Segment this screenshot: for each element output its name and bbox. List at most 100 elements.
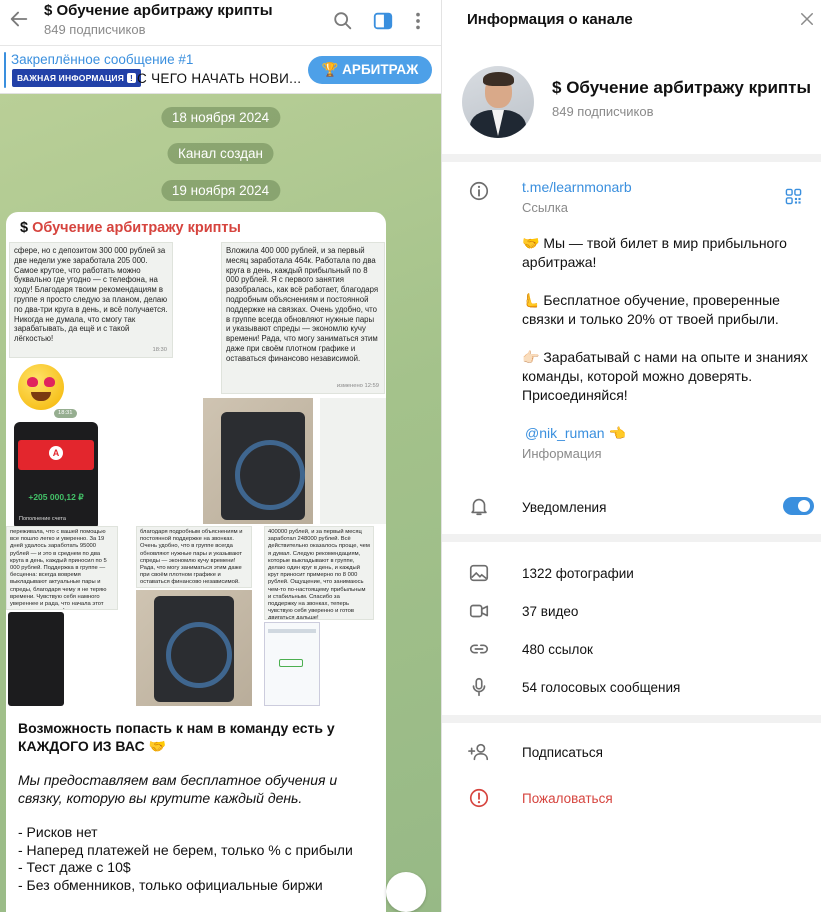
back-arrow-icon[interactable]	[8, 8, 30, 30]
pinned-title: Закреплённое сообщение #1	[11, 52, 194, 67]
notifications-toggle[interactable]	[783, 497, 814, 515]
section-divider	[442, 715, 821, 723]
search-icon[interactable]	[332, 10, 354, 32]
message-italic-paragraph: Мы предоставляем вам бесплатное обучения…	[18, 772, 338, 806]
chat-title-text: Обучение арбитражу крипты	[56, 2, 273, 19]
media-videos[interactable]: 37 видео	[522, 604, 578, 619]
iphone-box-photo-2[interactable]	[136, 590, 252, 706]
add-user-icon	[468, 743, 489, 761]
media-photos[interactable]: 1322 фотографии	[522, 566, 634, 581]
review-screenshot-4[interactable]: благодаря подробным объяснениям и постоя…	[136, 526, 252, 588]
iphone-wallpaper-ring-2	[166, 622, 232, 688]
message-bubble[interactable]: $ Обучение арбитражу крипты сфере, но с д…	[6, 212, 386, 912]
review-text-4: благодаря подробным объяснениям и постоя…	[140, 529, 243, 586]
chat-title[interactable]: $ Обучение арбитражу крипты	[44, 2, 273, 19]
info-circle-icon	[469, 181, 489, 201]
channel-info-panel: Информация о канале $ Обучение арбитражу…	[441, 0, 821, 912]
review-text-2: Вложила 400 000 рублей, и за первый меся…	[226, 246, 379, 363]
message-sender[interactable]: $ Обучение арбитражу крипты	[20, 220, 241, 236]
scroll-down-button[interactable]	[386, 872, 426, 912]
review-screenshot-5[interactable]: 400000 рублей, и за первый месяц заработ…	[264, 526, 374, 620]
review-screenshot-2-continued	[320, 398, 386, 524]
service-pill-channel-created: Канал создан	[167, 143, 274, 164]
side-panel-icon[interactable]	[372, 10, 394, 32]
heart-eye-left	[27, 377, 38, 387]
message-list-item: - Без обменников, только официальные бир…	[18, 876, 323, 893]
review-text-1: сфере, но с депозитом 300 000 рублей за …	[14, 246, 168, 344]
dollar-icon: $	[552, 78, 562, 97]
report-button[interactable]: Пожаловаться	[522, 791, 613, 806]
date-pill-1: 19 ноября 2024	[160, 180, 281, 201]
dollar-icon: $	[20, 220, 29, 236]
iphone-wallpaper-ring	[235, 440, 305, 510]
microphone-icon	[472, 677, 486, 697]
review-screenshot-1[interactable]: сфере, но с депозитом 300 000 рублей за …	[9, 242, 173, 358]
message-headline: Возможность попасть к нам в команду есть…	[18, 720, 335, 754]
channel-link[interactable]: t.me/learnmonarb	[522, 179, 632, 195]
pinned-badge-text: ВАЖНАЯ ИНФОРМАЦИЯ	[17, 73, 125, 83]
iphone-box	[221, 412, 305, 520]
chat-subscribers: 849 подписчиков	[44, 22, 146, 37]
message-text: Возможность попасть к нам в команду есть…	[18, 720, 378, 894]
info-panel-title: Информация о канале	[467, 11, 633, 28]
report-icon	[469, 788, 489, 808]
bank-amount: +205 000,12 ₽	[28, 492, 84, 502]
photo-icon	[469, 564, 489, 582]
bank-red-card: А	[18, 440, 94, 470]
mention-link[interactable]: @nik_ruman 👈	[525, 425, 626, 442]
message-list-item: - Тест даже с 10$	[18, 859, 131, 875]
media-voice-messages[interactable]: 54 голосовых сообщения	[522, 680, 680, 695]
qr-code-icon[interactable]	[785, 188, 802, 205]
iphone-box-photo[interactable]	[203, 398, 313, 524]
mention-username[interactable]: @nik_ruman	[525, 425, 605, 441]
toggle-knob	[798, 500, 810, 512]
channel-link-label: Ссылка	[522, 200, 569, 215]
link-icon	[469, 644, 489, 654]
exchange-app-screenshot-2[interactable]	[264, 622, 320, 706]
notifications-label: Уведомления	[522, 500, 607, 515]
more-menu-icon[interactable]	[407, 10, 429, 32]
media-links[interactable]: 480 ссылок	[522, 642, 593, 657]
heart-eyes-emoji-icon	[18, 364, 64, 410]
message-sender-text: Обучение арбитражу крипты	[32, 220, 241, 236]
highlighted-amount	[279, 659, 303, 667]
review-screenshot-3[interactable]: переживала, что с вашей помощью все пошл…	[6, 526, 118, 610]
pinned-arbitrage-button[interactable]: 🏆 АРБИТРАЖ	[308, 56, 432, 84]
sticker-time: 18:31	[54, 409, 77, 419]
bell-icon	[471, 498, 487, 516]
video-icon	[469, 604, 489, 618]
dollar-icon: $	[44, 2, 53, 19]
channel-name: $ Обучение арбитражу крипты	[552, 78, 811, 98]
description-label: Информация	[522, 446, 602, 461]
date-pill-0: 18 ноября 2024	[160, 107, 281, 128]
message-list-item: - Рисков нет	[18, 824, 98, 840]
bank-operation-label: Пополнение счета	[19, 516, 66, 522]
pointing-left-icon: 👈	[608, 425, 627, 441]
pinned-message-bar[interactable]: Закреплённое сообщение #1 ВАЖНАЯ ИНФОРМА…	[0, 46, 441, 94]
pinned-text: С ЧЕГО НАЧАТЬ НОВИ...	[137, 71, 302, 86]
channel-avatar[interactable]	[462, 66, 534, 138]
review-text-3: переживала, что с вашей помощью все пошл…	[10, 529, 107, 609]
pinned-indicator	[4, 52, 6, 88]
description-line-3: 👉🏻 Зарабатывай с нами на опыте и знаниях…	[522, 349, 808, 403]
subscribe-button[interactable]: Подписаться	[522, 745, 603, 760]
description-line-1: 🤝 Мы — твой билет в мир прибыльного арби…	[522, 235, 787, 270]
chat-header: $ Обучение арбитражу крипты 849 подписчи…	[0, 0, 441, 46]
bank-app-screenshot[interactable]: А +205 000,12 ₽ Пополнение счета	[14, 422, 98, 530]
chat-pane: $ Обучение арбитражу крипты 849 подписчи…	[0, 0, 441, 912]
message-list-item: - Наперед платежей не берем, только % с …	[18, 841, 353, 858]
review-screenshot-2[interactable]: Вложила 400 000 рублей, и за первый меся…	[221, 242, 385, 394]
section-divider	[442, 534, 821, 542]
iphone-box-2	[154, 596, 234, 702]
alfa-bank-logo-icon: А	[49, 446, 63, 460]
exchange-app-screenshot[interactable]	[8, 612, 64, 706]
description-line-2: 🫷 Бесплатное обучение, проверенные связк…	[522, 292, 780, 327]
close-icon[interactable]	[798, 10, 816, 28]
app-bar-line	[268, 629, 316, 633]
heart-eye-right	[44, 377, 55, 387]
review-time-2: изменено 12:59	[336, 382, 379, 389]
channel-subscribers: 849 подписчиков	[552, 104, 654, 119]
review-time-1: 18:30	[152, 346, 167, 353]
avatar-hair	[483, 72, 514, 86]
channel-name-text: Обучение арбитражу крипты	[566, 78, 812, 97]
